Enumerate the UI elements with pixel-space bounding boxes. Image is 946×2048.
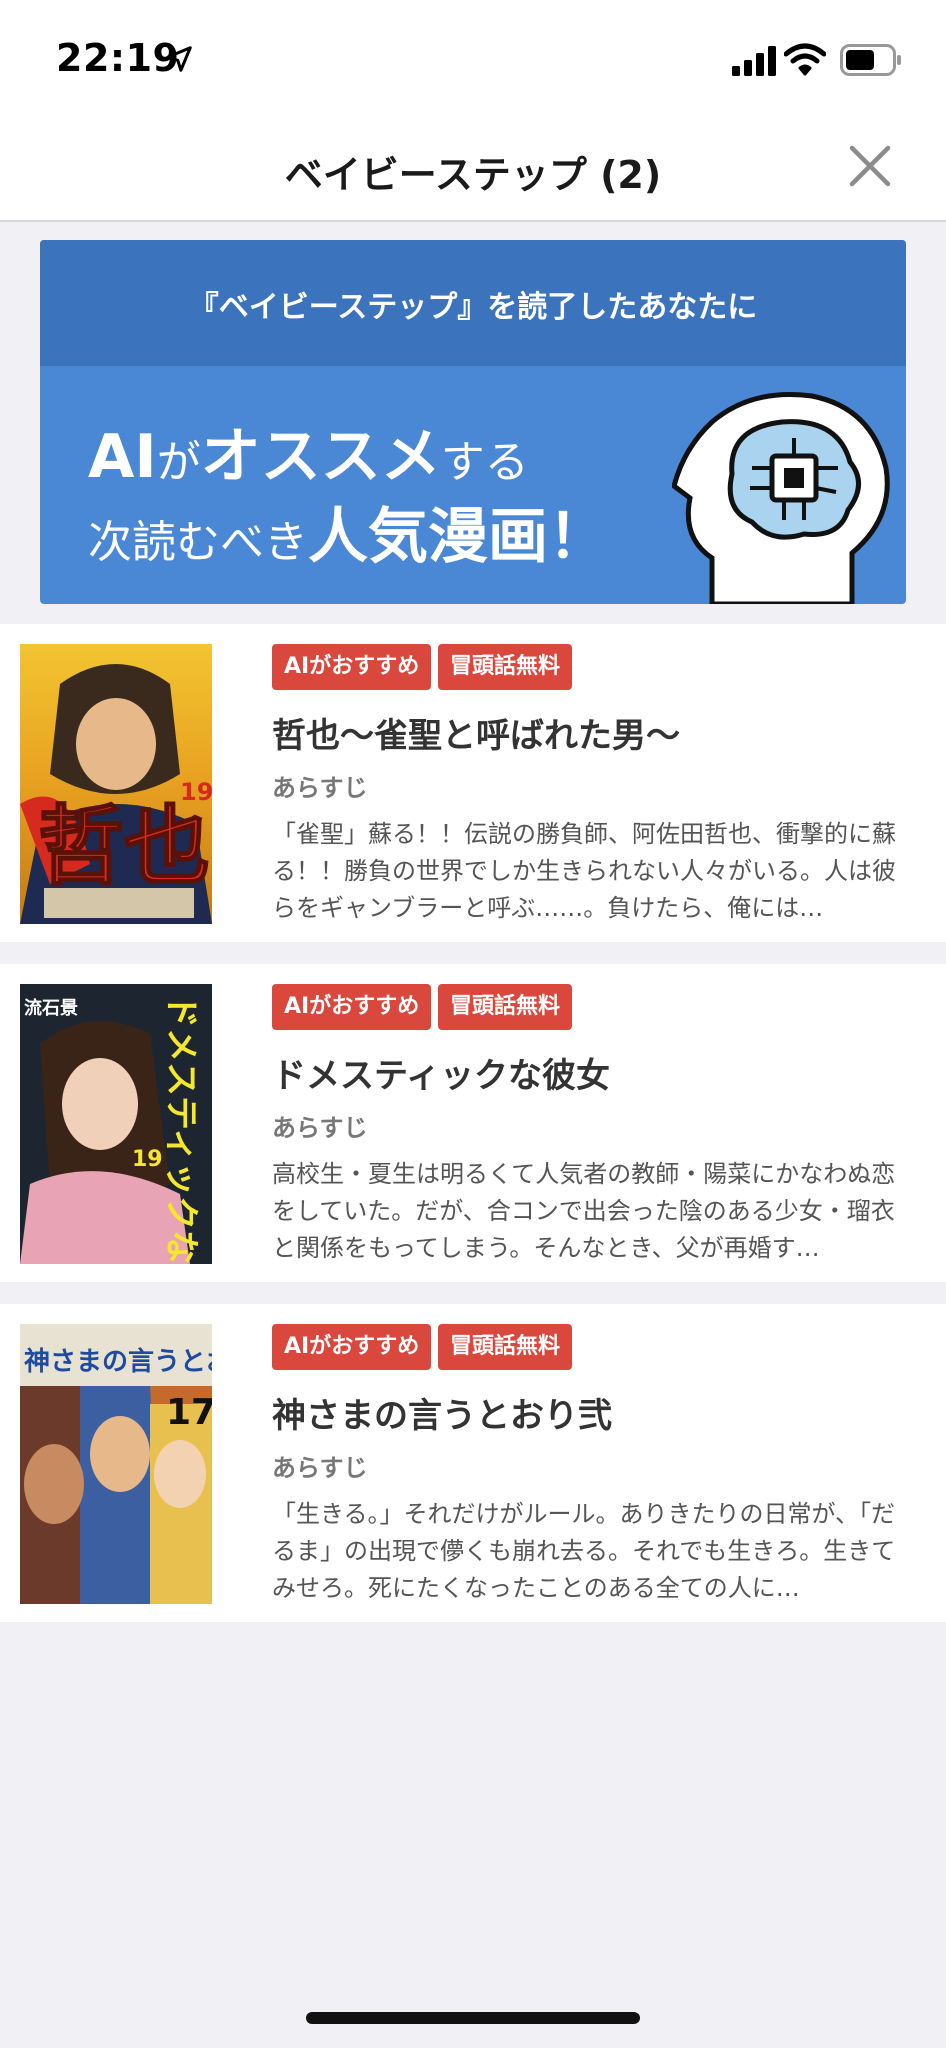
synopsis-text: 「雀聖」蘇る！！伝説の勝負師、阿佐田哲也、衝撃的に蘇る！！勝負の世界でしか生きら… bbox=[272, 820, 896, 922]
list-item[interactable]: 哲也 19 AIがおすすめ 冒頭話無料 哲也〜雀聖と呼ばれた男〜 あらすじ 「雀… bbox=[0, 624, 946, 942]
ai-recommend-badge: AIがおすすめ bbox=[272, 644, 432, 690]
location-arrow-icon bbox=[166, 46, 192, 72]
item-title[interactable]: 神さまの言うとおり弐 bbox=[272, 1388, 612, 1437]
page-title: ベイビーステップ (2) bbox=[284, 153, 662, 197]
ai-recommend-badge: AIがおすすめ bbox=[272, 1324, 432, 1370]
cover-image: 神さまの言うとおり弐 17 bbox=[20, 1324, 212, 1604]
wifi-icon bbox=[784, 43, 826, 76]
banner-osusume-text: オススメ bbox=[200, 422, 441, 492]
status-time: 22:19 bbox=[56, 36, 180, 80]
cover-volume-text: 19 bbox=[180, 778, 212, 806]
cover-volume-text: 17 bbox=[166, 1392, 212, 1433]
ai-recommendation-banner[interactable]: 『ベイビーステップ』を読了したあなたに AIがオススメする 次読むべき人気漫画！ bbox=[40, 240, 906, 604]
banner-popular-manga-text: 人気漫画！ bbox=[308, 502, 608, 572]
free-first-chapter-badge: 冒頭話無料 bbox=[438, 1324, 573, 1370]
banner-header-text: 『ベイビーステップ』を読了したあなたに bbox=[188, 290, 758, 325]
free-first-chapter-badge: 冒頭話無料 bbox=[438, 644, 573, 690]
close-icon[interactable] bbox=[846, 142, 894, 190]
cover-author-text: 流石景 bbox=[24, 997, 78, 1019]
ai-recommend-badge: AIがおすすめ bbox=[272, 984, 432, 1030]
nav-header: ベイビーステップ (2) bbox=[0, 110, 946, 222]
synopsis-label: あらすじ bbox=[272, 1454, 368, 1482]
banner-next-read-text: 次読むべき bbox=[88, 517, 308, 568]
banner-headline-line1: AIがオススメする bbox=[88, 408, 529, 495]
banner-ga-text: が bbox=[156, 437, 201, 488]
list-item[interactable]: 流石景 ドメスティックな彼女 19 AIがおすすめ 冒頭話無料 ドメスティックな… bbox=[0, 964, 946, 1282]
status-bar: 22:19 bbox=[0, 0, 946, 110]
banner-suru-text: する bbox=[440, 437, 529, 488]
cover-image: 流石景 ドメスティックな彼女 19 bbox=[20, 984, 212, 1264]
cover-image: 哲也 19 bbox=[20, 644, 212, 924]
synopsis-label: あらすじ bbox=[272, 1114, 368, 1142]
banner-headline-line2: 次読むべき人気漫画！ bbox=[88, 488, 608, 575]
item-title[interactable]: ドメスティックな彼女 bbox=[272, 1048, 610, 1097]
free-first-chapter-badge: 冒頭話無料 bbox=[438, 984, 573, 1030]
synopsis-text: 「生きる。」それだけがルール。ありきたりの日常が、「だるま」の出現で儚くも崩れ去… bbox=[272, 1500, 896, 1602]
cover-volume-text: 19 bbox=[132, 1147, 163, 1172]
home-indicator[interactable] bbox=[306, 2012, 640, 2024]
list-item[interactable]: 神さまの言うとおり弐 17 AIがおすすめ 冒頭話無料 神さまの言うとおり弐 あ… bbox=[0, 1304, 946, 1622]
ai-brain-head-icon bbox=[672, 391, 890, 604]
banner-header: 『ベイビーステップ』を読了したあなたに bbox=[40, 240, 906, 366]
signal-icon bbox=[732, 46, 776, 76]
item-title[interactable]: 哲也〜雀聖と呼ばれた男〜 bbox=[272, 708, 680, 757]
cover-title-text: 神さまの言うとおり弐 bbox=[24, 1347, 212, 1377]
synopsis-text: 高校生・夏生は明るくて人気者の教師・陽菜にかなわぬ恋をしていた。だが、合コンで出… bbox=[272, 1160, 896, 1262]
battery-icon bbox=[840, 44, 901, 76]
cover-title-text: ドメスティックな彼女 bbox=[161, 994, 201, 1264]
banner-ai-text: AI bbox=[88, 422, 157, 492]
cover-title-text: 哲也 bbox=[38, 797, 210, 897]
synopsis-label: あらすじ bbox=[272, 774, 368, 802]
